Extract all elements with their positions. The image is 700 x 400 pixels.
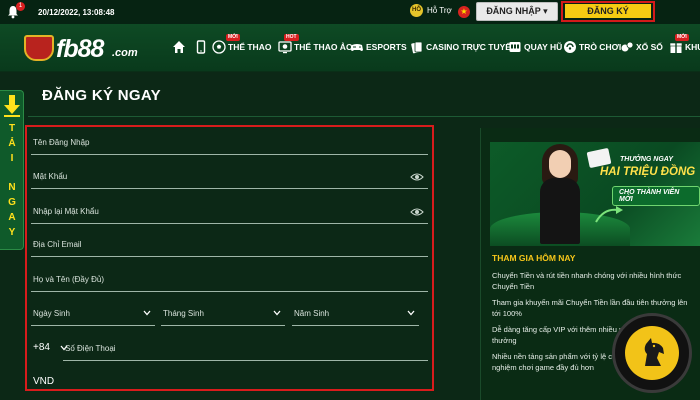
hostess-face: [549, 150, 571, 178]
hostess-body: [540, 178, 580, 244]
download-letter: T: [8, 123, 16, 134]
download-letter: Y: [8, 227, 16, 238]
username-placeholder: Tên Đăng Nhập: [33, 138, 90, 147]
horse-logo-icon: [644, 338, 664, 366]
nav-promo[interactable]: KHU MỚI: [669, 34, 700, 54]
divider: [28, 116, 700, 117]
datetime: 20/12/2022, 13:08:48: [38, 8, 115, 17]
chevron-down-icon: [273, 310, 281, 316]
confirm-password-placeholder: Nhập lại Mật Khẩu: [33, 207, 99, 216]
download-app-tab[interactable]: T Ả I N G A Y: [0, 90, 24, 250]
main-nav: fb88 .com THỂ THAO MỚI THỂ THAO ẢO HOT E…: [0, 24, 700, 72]
banner-line-2: HAI TRIỆU ĐỒNG: [600, 166, 696, 178]
nav-label: QUAY HŨ: [524, 42, 563, 52]
top-bar: 1 20/12/2022, 13:08:48 HỖ Hỗ Trợ ★ ĐĂNG …: [0, 0, 700, 24]
nav-label: THỂ THAO: [228, 42, 272, 52]
register-button[interactable]: ĐĂNG KÝ: [565, 4, 651, 18]
nav-slots[interactable]: QUAY HŨ: [508, 40, 562, 54]
phone-field[interactable]: Số Điện Thoại: [63, 337, 428, 361]
phone-prefix-select[interactable]: +84: [31, 337, 68, 361]
username-field[interactable]: Tên Đăng Nhập: [31, 131, 428, 155]
nav-lottery[interactable]: XỔ SỐ: [620, 40, 663, 54]
nav-casino[interactable]: CASINO TRỰC TUYẾN: [410, 40, 517, 54]
banner-line-3: CHO THÀNH VIÊN MỚI: [612, 186, 700, 206]
new-badge: MỚI: [675, 34, 689, 41]
page-title: ĐĂNG KÝ NGAY: [42, 87, 161, 104]
logo[interactable]: fb88 .com: [24, 33, 156, 65]
soccer-ball-icon: [212, 40, 226, 54]
home-icon: [172, 40, 186, 54]
nav-virtual-sports[interactable]: THỂ THAO ẢO HOT: [278, 34, 353, 54]
vn-flag-icon[interactable]: ★: [458, 6, 470, 18]
confirm-password-field[interactable]: Nhập lại Mật Khẩu: [31, 200, 428, 224]
logo-suffix: .com: [112, 47, 138, 59]
nav-sports[interactable]: THỂ THAO MỚI: [212, 34, 272, 54]
hot-badge: HOT: [284, 34, 299, 41]
gamepad-icon: [350, 40, 364, 54]
download-letter: A: [8, 212, 16, 223]
birth-year-select[interactable]: Năm Sinh: [292, 302, 419, 326]
download-letter: I: [10, 153, 14, 164]
chat-widget[interactable]: [612, 313, 692, 393]
email-field[interactable]: Địa Chỉ Email: [31, 233, 428, 257]
chevron-down-icon: [143, 310, 151, 316]
download-letter: G: [8, 197, 16, 208]
email-placeholder: Địa Chỉ Email: [33, 240, 82, 249]
nav-label: ESPORTS: [366, 42, 407, 52]
download-letter: Ả: [8, 138, 16, 149]
nav-home[interactable]: [172, 40, 186, 54]
notification-badge: 1: [16, 2, 25, 11]
nav-label: KHU: [685, 42, 700, 52]
eye-icon[interactable]: [410, 172, 424, 182]
eye-icon[interactable]: [410, 207, 424, 217]
cards-icon: [410, 40, 424, 54]
promo-paragraph: Chuyển Tiền và rút tiền nhanh chóng với …: [492, 271, 682, 291]
lottery-icon: [620, 40, 634, 54]
phone-placeholder: Số Điện Thoại: [65, 344, 116, 353]
fullname-field[interactable]: Họ và Tên (Đầy Đủ): [31, 268, 428, 292]
chevron-down-icon: [407, 310, 415, 316]
games-icon: [563, 40, 577, 54]
promo-banner[interactable]: THƯỞNG NGAY HAI TRIỆU ĐỒNG CHO THÀNH VIÊ…: [490, 142, 700, 246]
support-icon: HỖ: [410, 4, 423, 17]
download-arrow-icon: [4, 95, 20, 117]
virtual-sports-icon: [278, 40, 292, 54]
password-placeholder: Mật Khẩu: [33, 172, 68, 181]
download-letter: N: [8, 182, 16, 193]
support-link[interactable]: HỖ Hỗ Trợ: [410, 4, 452, 17]
nav-label: THỂ THAO ẢO: [294, 42, 353, 52]
nav-label: TRÒ CHƠI: [579, 42, 622, 52]
birth-day-placeholder: Ngày Sinh: [33, 309, 70, 318]
slot-machine-icon: [508, 40, 522, 54]
banner-line-1: THƯỞNG NGAY: [620, 156, 674, 163]
phone-prefix: +84: [33, 342, 50, 353]
nav-mobile[interactable]: [194, 40, 208, 54]
nav-games[interactable]: TRÒ CHƠI: [563, 40, 621, 54]
promo-heading: THAM GIA HÔM NAY: [492, 253, 576, 263]
login-button[interactable]: ĐĂNG NHẬP ▾: [476, 2, 558, 21]
fullname-placeholder: Họ và Tên (Đầy Đủ): [33, 275, 104, 284]
birth-month-select[interactable]: Tháng Sinh: [161, 302, 285, 326]
birth-year-placeholder: Năm Sinh: [294, 309, 330, 318]
password-field[interactable]: Mật Khẩu: [31, 165, 428, 189]
promo-icon: [669, 40, 683, 54]
arrow-icon: [595, 206, 623, 223]
currency-field[interactable]: VND: [33, 376, 54, 387]
nav-label: CASINO TRỰC TUYẾN: [426, 42, 518, 52]
new-badge: MỚI: [226, 34, 240, 41]
logo-emblem-icon: [24, 35, 54, 61]
birth-month-placeholder: Tháng Sinh: [163, 309, 204, 318]
support-label: Hỗ Trợ: [427, 6, 452, 15]
logo-text: fb88: [56, 35, 104, 63]
mobile-icon: [194, 40, 208, 54]
nav-label: XỔ SỐ: [636, 42, 663, 52]
birth-day-select[interactable]: Ngày Sinh: [31, 302, 155, 326]
nav-esports[interactable]: ESPORTS: [350, 40, 407, 54]
